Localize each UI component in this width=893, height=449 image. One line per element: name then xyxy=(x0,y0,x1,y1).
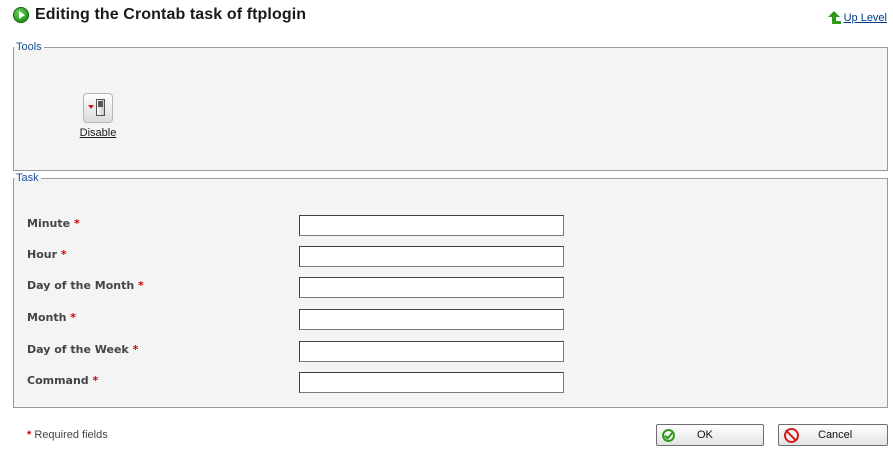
no-entry-icon xyxy=(784,427,799,443)
up-level-label: Up Level xyxy=(843,12,887,24)
month-row: Month * xyxy=(27,309,567,331)
required-star: * xyxy=(73,217,80,230)
command-row: Command * xyxy=(27,372,567,394)
hour-field[interactable] xyxy=(299,246,564,267)
title-wrap: Editing the Crontab task of ftplogin xyxy=(13,6,306,24)
required-star: * xyxy=(70,311,77,324)
play-icon xyxy=(13,7,29,23)
minute-row: Minute * xyxy=(27,215,567,237)
disable-tool-label: Disable xyxy=(79,127,117,139)
ok-button[interactable]: OK xyxy=(656,424,764,446)
required-fields-text: Required fields xyxy=(31,429,108,441)
task-fieldset: Task Minute * Hour * Day of the Month * … xyxy=(13,172,888,408)
day-of-week-row: Day of the Week * xyxy=(27,341,567,363)
day-of-month-field[interactable] xyxy=(299,277,564,298)
tools-fieldset: Tools Disable xyxy=(13,41,888,171)
up-arrow-icon xyxy=(827,11,841,25)
day-of-month-row: Day of the Month * xyxy=(27,277,567,299)
command-field[interactable] xyxy=(299,372,564,393)
cancel-label: Cancel xyxy=(818,429,853,441)
check-circle-icon xyxy=(662,428,675,442)
hour-row: Hour * xyxy=(27,246,567,268)
required-star: * xyxy=(132,343,139,356)
month-label: Month * xyxy=(27,311,77,324)
page-header: Editing the Crontab task of ftplogin Up … xyxy=(13,4,887,28)
day-of-week-label: Day of the Week * xyxy=(27,343,139,356)
required-star: * xyxy=(92,374,99,387)
switch-off-icon xyxy=(83,93,113,123)
required-star: * xyxy=(138,279,144,292)
day-of-week-field[interactable] xyxy=(299,341,564,362)
minute-field[interactable] xyxy=(299,215,564,236)
command-label: Command * xyxy=(27,374,99,387)
hour-label: Hour * xyxy=(27,248,67,261)
tools-legend: Tools xyxy=(16,41,42,53)
required-fields-note: * Required fields xyxy=(27,429,108,441)
minute-label: Minute * xyxy=(27,217,80,230)
up-level-link[interactable]: Up Level xyxy=(827,11,887,25)
task-legend: Task xyxy=(16,172,39,184)
required-star: * xyxy=(60,248,67,261)
ok-label: OK xyxy=(697,429,713,441)
cancel-button[interactable]: Cancel xyxy=(778,424,888,446)
page-title: Editing the Crontab task of ftplogin xyxy=(35,6,307,23)
month-field[interactable] xyxy=(299,309,564,330)
day-of-month-label: Day of the Month * xyxy=(27,279,144,292)
disable-tool-button[interactable]: Disable xyxy=(73,93,123,139)
